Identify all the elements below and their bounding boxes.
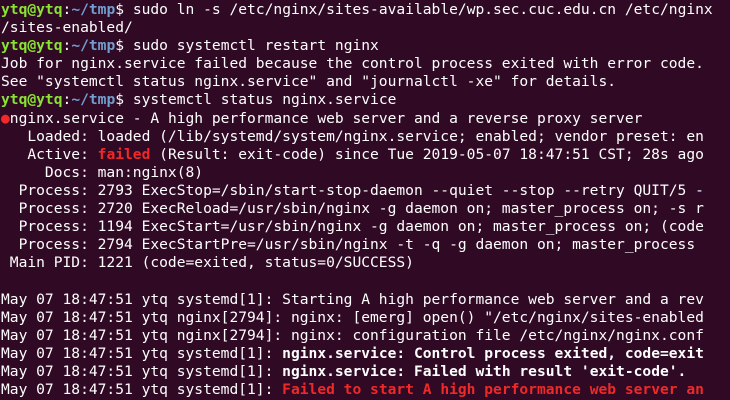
status-docs: Docs: man:nginx(8) bbox=[1, 163, 204, 181]
log-line: May 07 18:47:51 ytq systemd[1]: nginx.se… bbox=[0, 345, 730, 363]
command-line: ytq@ytq:~/tmp$ systemctl status nginx.se… bbox=[0, 91, 730, 109]
active-state-failed: failed bbox=[97, 145, 151, 163]
log-message-bold: nginx.service: Control process exited, c… bbox=[282, 344, 704, 362]
command-text: sudo systemctl restart nginx bbox=[132, 37, 379, 55]
command-continuation: /sites-enabled/ bbox=[1, 19, 133, 37]
active-details: (Result: exit-code) since Tue 2019-05-07… bbox=[150, 145, 704, 163]
output-line: Job for nginx.service failed because the… bbox=[1, 55, 704, 73]
prompt-path: ~/tmp bbox=[71, 1, 116, 18]
log-message-error: Failed to start A high performance web s… bbox=[282, 380, 704, 398]
prompt-path: ~/tmp bbox=[71, 37, 116, 55]
prompt-user-host: ytq@ytq bbox=[1, 37, 63, 55]
status-process: Process: 1194 ExecStart=/usr/sbin/nginx … bbox=[1, 218, 704, 236]
status-active: Active: failed (Result: exit-code) since… bbox=[0, 146, 730, 164]
command-text: systemctl status nginx.service bbox=[132, 91, 397, 109]
log-prefix: May 07 18:47:51 ytq systemd[1]: bbox=[1, 344, 283, 362]
status-header: ●nginx.service - A high performance web … bbox=[0, 110, 730, 128]
prompt-colon: : bbox=[62, 37, 72, 55]
failed-status-dot-icon: ● bbox=[1, 109, 10, 127]
log-message-bold: nginx.service: Failed with result 'exit-… bbox=[282, 362, 687, 380]
unit-description: nginx.service - A high performance web s… bbox=[9, 109, 643, 127]
terminal-window[interactable]: ytq@ytq:~/tmp$ sudo ln -s /etc/nginx/sit… bbox=[0, 0, 730, 400]
status-main-pid: Main PID: 1221 (code=exited, status=0/SU… bbox=[1, 254, 414, 272]
command-line: ytq@ytq:~/tmp$ sudo ln -s /etc/nginx/sit… bbox=[0, 1, 730, 19]
log-line: May 07 18:47:51 ytq systemd[1]: Failed t… bbox=[0, 381, 730, 399]
log-line: May 07 18:47:51 ytq systemd[1]: Starting… bbox=[1, 290, 704, 308]
command-text: sudo ln -s /etc/nginx/sites-available/wp… bbox=[132, 1, 713, 18]
prompt-path: ~/tmp bbox=[71, 91, 116, 109]
status-process: Process: 2794 ExecStartPre=/usr/sbin/ngi… bbox=[1, 236, 696, 254]
prompt-symbol: $ bbox=[115, 37, 133, 55]
prompt-user-host: ytq@ytq bbox=[1, 91, 63, 109]
command-line: ytq@ytq:~/tmp$ sudo systemctl restart ng… bbox=[0, 37, 730, 55]
status-loaded: Loaded: loaded (/lib/systemd/system/ngin… bbox=[1, 127, 704, 145]
log-line: May 07 18:47:51 ytq systemd[1]: nginx.se… bbox=[0, 363, 730, 381]
output-line: See "systemctl status nginx.service" and… bbox=[1, 73, 617, 91]
prompt-symbol: $ bbox=[115, 1, 133, 18]
log-line: May 07 18:47:51 ytq nginx[2794]: nginx: … bbox=[1, 326, 704, 344]
log-line: May 07 18:47:51 ytq nginx[2794]: nginx: … bbox=[1, 308, 704, 326]
active-label: Active: bbox=[1, 145, 98, 163]
log-prefix: May 07 18:47:51 ytq systemd[1]: bbox=[1, 362, 283, 380]
prompt-colon: : bbox=[62, 91, 72, 109]
prompt-user-host: ytq@ytq bbox=[1, 1, 63, 18]
prompt-symbol: $ bbox=[115, 91, 133, 109]
log-prefix: May 07 18:47:51 ytq systemd[1]: bbox=[1, 380, 283, 398]
status-process: Process: 2793 ExecStop=/sbin/start-stop-… bbox=[1, 181, 704, 199]
status-process: Process: 2720 ExecReload=/usr/sbin/nginx… bbox=[1, 200, 704, 218]
prompt-colon: : bbox=[62, 1, 72, 18]
